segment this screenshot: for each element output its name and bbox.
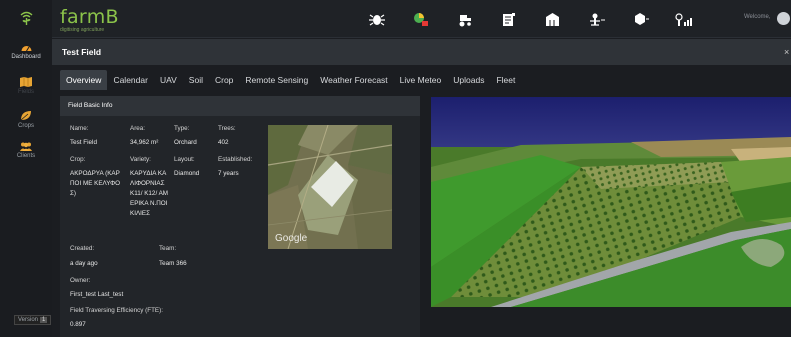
fte-value: 0.897 — [70, 321, 86, 328]
drone-icon[interactable] — [619, 10, 663, 28]
version-label: Version — [18, 317, 39, 323]
irrigation-icon[interactable] — [575, 10, 619, 28]
tab-overview[interactable]: Overview — [60, 70, 108, 90]
sidebar-item-label: Clients — [16, 153, 36, 159]
field-drone-image[interactable] — [431, 97, 791, 307]
tab-weather-forecast[interactable]: Weather Forecast — [314, 70, 393, 90]
app-logo[interactable]: farmB digitising agriculture — [60, 6, 119, 34]
field-satellite-map[interactable]: Google — [268, 125, 392, 249]
logo-text: farmB — [60, 6, 119, 28]
page-title-bar: Test Field — [52, 39, 791, 65]
panel-title: Field Basic Info — [60, 96, 420, 116]
crop-value: ΑΚΡΟΔΡΥΑ (ΚΑΡΠΟΙ ΜΕ ΚΕΛΥΦΟΣ) — [70, 170, 121, 197]
trees-value: 402 — [218, 139, 229, 146]
document-icon[interactable] — [487, 10, 531, 28]
layout-label: Layout: — [174, 156, 195, 163]
tab-remote-sensing[interactable]: Remote Sensing — [239, 70, 314, 90]
created-value: a day ago — [70, 260, 98, 267]
established-value: 7 years — [218, 170, 239, 177]
google-watermark: Google — [275, 233, 308, 244]
owner-label: Owner: — [70, 277, 91, 284]
wifi-plant-logo-icon — [19, 10, 34, 28]
type-value: Orchard — [174, 139, 197, 146]
leaf-icon — [20, 111, 31, 121]
sidebar-item-label: Dashboard — [11, 54, 41, 60]
version-number: 1 — [40, 317, 48, 323]
field-tabs: Overview Calendar UAV Soil Crop Remote S… — [60, 70, 521, 90]
layout-value: Diamond — [174, 170, 200, 177]
sidebar-item-label: Crops — [17, 123, 34, 129]
satellite-imagery — [268, 125, 392, 249]
tab-live-meteo[interactable]: Live Meteo — [394, 70, 448, 90]
tab-soil[interactable]: Soil — [183, 70, 209, 90]
area-value: 34,962 m² — [130, 139, 159, 146]
variety-value: ΚΑΡΥΔΙΑ ΚΑΛΙΦΟΡΝΙΑΣ Κ11/ Κ12/ ΑΜΕΡΙΚΑ Ν.… — [130, 170, 169, 217]
tab-calendar[interactable]: Calendar — [107, 70, 154, 90]
close-icon[interactable]: × — [784, 47, 789, 57]
sidebar-item-clients[interactable]: Clients — [0, 142, 52, 159]
name-value: Test Field — [70, 139, 97, 146]
orchard-3d-model — [431, 97, 791, 307]
bug-icon[interactable] — [355, 10, 399, 28]
sidebar-item-label: Fields — [17, 89, 34, 95]
sidebar-item-crops[interactable]: Crops — [0, 110, 52, 129]
tab-uploads[interactable]: Uploads — [447, 70, 490, 90]
clients-icon — [20, 142, 32, 151]
crop-chart-icon[interactable] — [399, 10, 443, 28]
team-value: Team 366 — [159, 260, 187, 267]
crop-label: Crop: — [70, 156, 86, 163]
sensor-signal-icon[interactable] — [663, 10, 707, 28]
tab-crop[interactable]: Crop — [209, 70, 239, 90]
variety-label: Variety: — [130, 156, 151, 163]
page-title: Test Field — [62, 47, 102, 57]
name-label: Name: — [70, 125, 89, 132]
sidebar-item-fields[interactable]: Fields — [0, 77, 52, 95]
tractor-icon[interactable] — [443, 10, 487, 28]
team-label: Team: — [159, 245, 177, 252]
sidebar-item-dashboard[interactable]: Dashboard — [0, 43, 52, 60]
trees-label: Trees: — [218, 125, 236, 132]
version-selector[interactable]: Version 1 — [14, 315, 52, 325]
area-label: Area: — [130, 125, 146, 132]
sidebar: Dashboard Fields Crops Clients Version 1 — [0, 0, 52, 337]
welcome-text: Welcome, — [744, 14, 771, 20]
storage-icon[interactable] — [531, 10, 575, 28]
user-avatar[interactable] — [777, 12, 790, 25]
established-label: Established: — [218, 156, 253, 163]
owner-value: First_test Last_test — [70, 291, 124, 298]
map-icon — [20, 77, 32, 87]
created-label: Created: — [70, 245, 95, 252]
tab-fleet[interactable]: Fleet — [490, 70, 521, 90]
fte-label: Field Traversing Efficiency (FTE): — [70, 307, 163, 314]
dashboard-icon — [21, 46, 31, 52]
type-label: Type: — [174, 125, 190, 132]
tab-uav[interactable]: UAV — [154, 70, 183, 90]
top-toolbar — [355, 10, 707, 28]
